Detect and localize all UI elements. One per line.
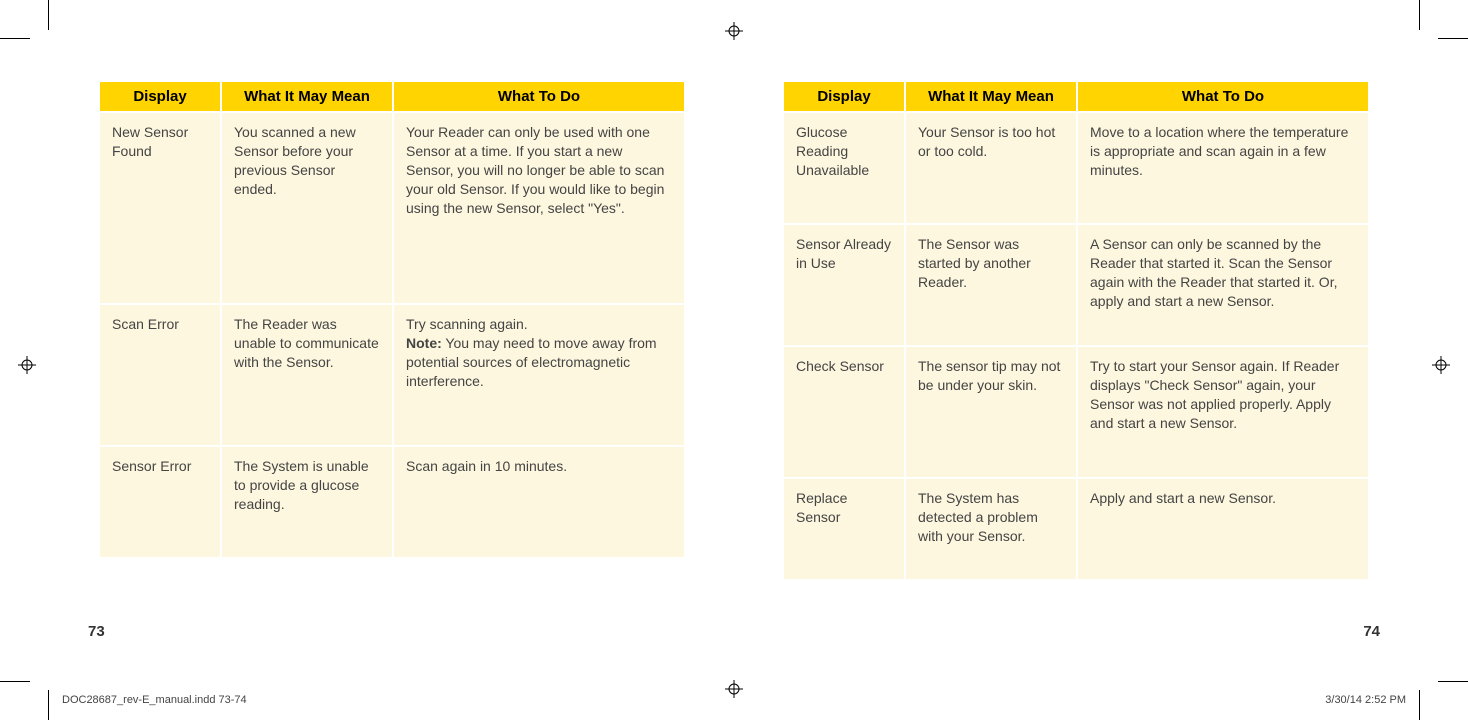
col-header-do: What To Do <box>1078 82 1368 111</box>
table-row: Replace Sensor The System has detected a… <box>784 479 1368 579</box>
crop-mark <box>1419 0 1420 30</box>
cell-do: A Sensor can only be scanned by the Read… <box>1078 225 1368 345</box>
cell-mean: The System has detected a problem with y… <box>906 479 1076 579</box>
cell-do: Move to a location where the temperature… <box>1078 113 1368 223</box>
crop-mark <box>48 690 49 720</box>
footer-doc-id: DOC28687_rev-E_manual.indd 73-74 <box>62 694 247 706</box>
page-number-left: 73 <box>88 623 105 640</box>
crop-mark <box>1438 38 1468 39</box>
troubleshoot-table-left: Display What It May Mean What To Do New … <box>98 80 686 559</box>
cell-mean: You scanned a new Sensor before your pre… <box>222 113 392 303</box>
table-row: Scan Error The Reader was unable to comm… <box>100 305 684 445</box>
cell-display: Replace Sensor <box>784 479 904 579</box>
cell-mean: The sensor tip may not be under your ski… <box>906 347 1076 477</box>
table-row: Sensor Already in Use The Sensor was sta… <box>784 225 1368 345</box>
cell-do: Try scanning again. Note: You may need t… <box>394 305 684 445</box>
crop-mark <box>1438 681 1468 682</box>
table-row: Check Sensor The sensor tip may not be u… <box>784 347 1368 477</box>
cell-do: Your Reader can only be used with one Se… <box>394 113 684 303</box>
col-header-do: What To Do <box>394 82 684 111</box>
cell-mean: Your Sensor is too hot or too cold. <box>906 113 1076 223</box>
note-label: Note: <box>406 335 442 351</box>
cell-display: Check Sensor <box>784 347 904 477</box>
crop-mark <box>1419 690 1420 720</box>
registration-mark-icon <box>18 356 36 374</box>
troubleshoot-table-right: Display What It May Mean What To Do Gluc… <box>782 80 1370 581</box>
table-row: Glucose Reading Unavailable Your Sensor … <box>784 113 1368 223</box>
page-number-right: 74 <box>1363 623 1380 640</box>
note-text: You may need to move away from potential… <box>406 335 657 389</box>
col-header-mean: What It May Mean <box>222 82 392 111</box>
cell-mean: The System is unable to provide a glucos… <box>222 447 392 557</box>
page-spread: Display What It May Mean What To Do New … <box>0 0 1468 720</box>
col-header-display: Display <box>784 82 904 111</box>
registration-mark-icon <box>1432 356 1450 374</box>
crop-mark <box>0 38 30 39</box>
col-header-mean: What It May Mean <box>906 82 1076 111</box>
page-left: Display What It May Mean What To Do New … <box>50 30 734 650</box>
cell-display: Scan Error <box>100 305 220 445</box>
footer-timestamp: 3/30/14 2:52 PM <box>1325 694 1406 706</box>
cell-mean: The Reader was unable to communicate wit… <box>222 305 392 445</box>
cell-display: Sensor Already in Use <box>784 225 904 345</box>
cell-do: Scan again in 10 minutes. <box>394 447 684 557</box>
registration-mark-icon <box>725 680 743 698</box>
col-header-display: Display <box>100 82 220 111</box>
cell-mean: The Sensor was started by another Reader… <box>906 225 1076 345</box>
page-right: Display What It May Mean What To Do Gluc… <box>734 30 1418 650</box>
cell-display: New Sensor Found <box>100 113 220 303</box>
table-row: New Sensor Found You scanned a new Senso… <box>100 113 684 303</box>
cell-do: Try to start your Sensor again. If Reade… <box>1078 347 1368 477</box>
cell-display: Sensor Error <box>100 447 220 557</box>
do-line1: Try scanning again. <box>406 316 528 332</box>
cell-do: Apply and start a new Sensor. <box>1078 479 1368 579</box>
table-row: Sensor Error The System is unable to pro… <box>100 447 684 557</box>
crop-mark <box>0 681 30 682</box>
crop-mark <box>48 0 49 30</box>
cell-display: Glucose Reading Unavailable <box>784 113 904 223</box>
